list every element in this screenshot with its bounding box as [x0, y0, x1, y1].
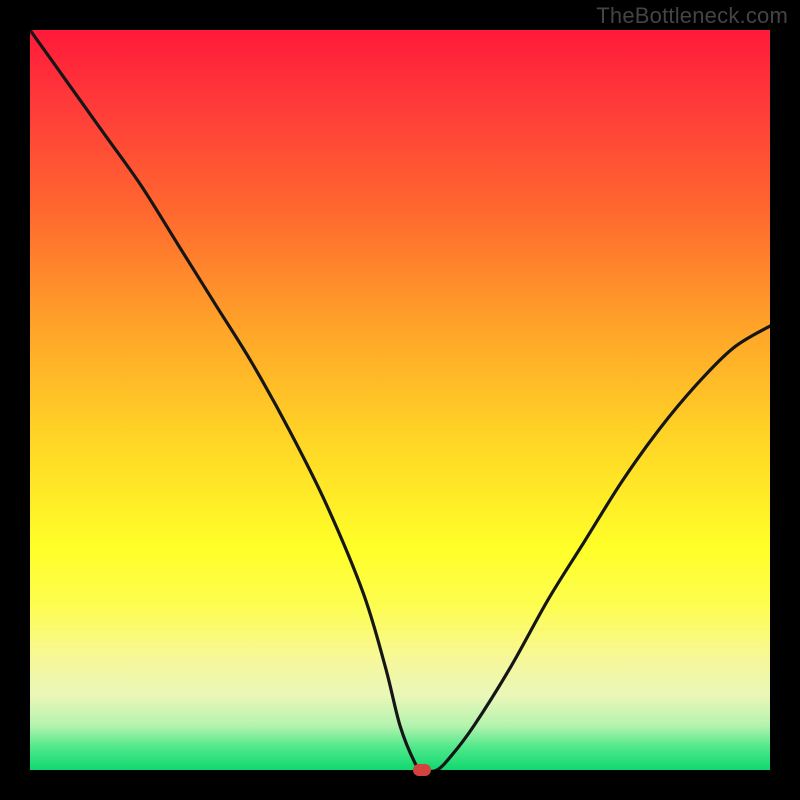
chart-frame: TheBottleneck.com	[0, 0, 800, 800]
watermark-text: TheBottleneck.com	[596, 3, 788, 29]
bottleneck-marker	[413, 764, 431, 776]
plot-gradient-area	[30, 30, 770, 770]
